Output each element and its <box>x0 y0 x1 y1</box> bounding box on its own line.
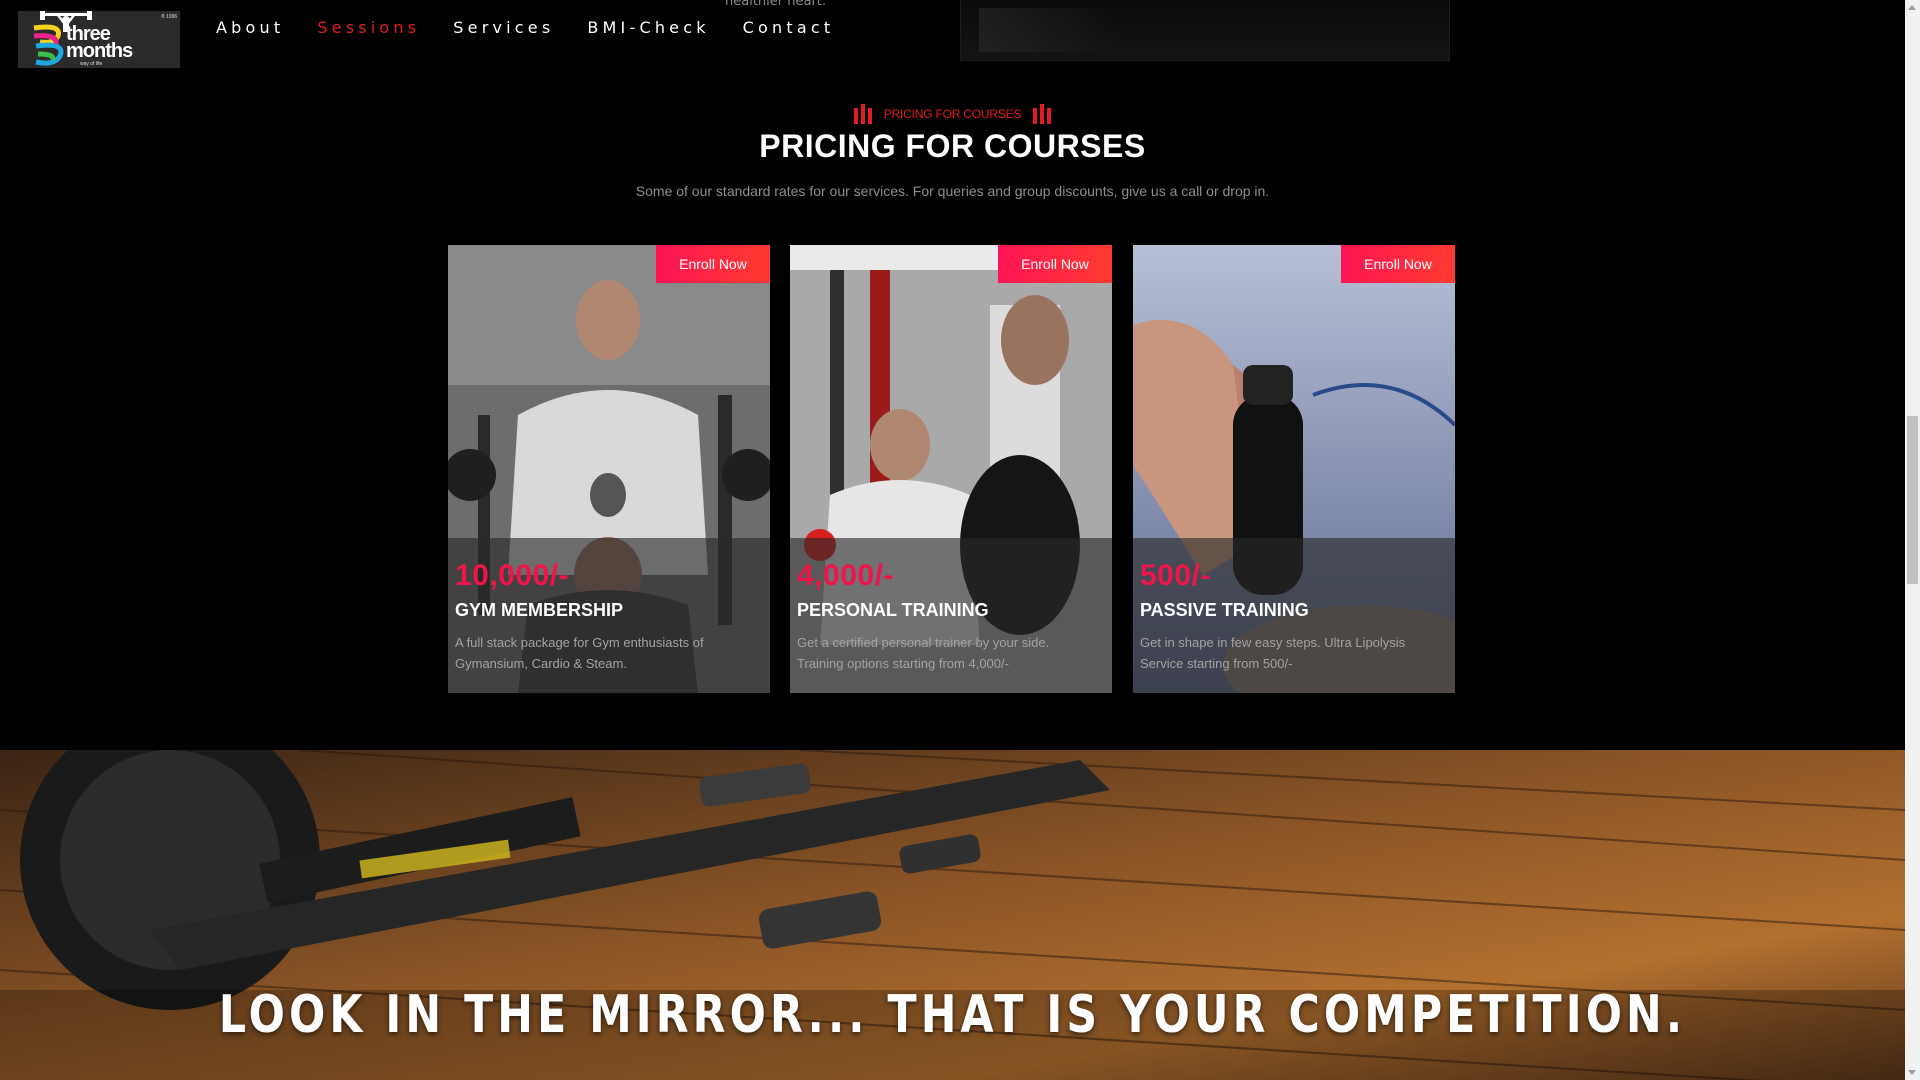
card-description: Get in shape in few easy steps. Ultra Li… <box>1140 635 1406 671</box>
card-description: Get a certified personal trainer by your… <box>797 635 1050 671</box>
right-bars-icon <box>1033 104 1052 124</box>
scroll-down-arrow-icon[interactable] <box>1908 1070 1916 1075</box>
nav-contact[interactable]: Contact <box>743 18 835 37</box>
nav-bmi-check[interactable]: BMI-Check <box>587 18 709 37</box>
card-price: 500/- <box>1140 559 1211 592</box>
nav-services[interactable]: Services <box>453 18 554 37</box>
page-scrollbar[interactable] <box>1905 0 1920 1080</box>
logo-word-months: months <box>66 40 133 62</box>
nav-about[interactable]: About <box>216 18 284 37</box>
main-nav: About Sessions Services BMI-Check Contac… <box>216 18 867 37</box>
card-name: PASSIVE TRAINING <box>1140 600 1309 620</box>
pricing-card-passive-training: Enroll Now 500/- PASSIVE TRAINING Get in… <box>1133 245 1455 693</box>
enroll-now-button[interactable]: Enroll Now <box>1341 245 1455 283</box>
eyebrow-label: PRICING FOR COURSES <box>883 107 1022 121</box>
section-eyebrow: PRICING FOR COURSES <box>0 104 1905 124</box>
pricing-card-gym-membership: Enroll Now 10,000/- GYM MEMBERSHIP A ful… <box>448 245 770 693</box>
motivation-banner: LOOK IN THE MIRROR... THAT IS YOUR COMPE… <box>0 750 1905 1080</box>
card-price: 4,000/- <box>797 559 894 592</box>
enroll-now-button[interactable]: Enroll Now <box>656 245 770 283</box>
nav-sessions[interactable]: Sessions <box>317 18 420 37</box>
card-name: GYM MEMBERSHIP <box>455 600 624 620</box>
card-description: A full stack package for Gym enthusiasts… <box>455 635 704 671</box>
card-name: PERSONAL TRAINING <box>797 600 989 620</box>
scroll-up-arrow-icon[interactable] <box>1908 5 1916 10</box>
enroll-now-button[interactable]: Enroll Now <box>998 245 1112 283</box>
pricing-card-personal-training: Enroll Now 4,000/- PERSONAL TRAINING Get… <box>790 245 1112 693</box>
scroll-thumb[interactable] <box>1907 416 1918 584</box>
left-bars-icon <box>853 104 872 124</box>
card-price: 10,000/- <box>455 559 570 592</box>
pricing-cards: Enroll Now 10,000/- GYM MEMBERSHIP A ful… <box>448 245 1456 693</box>
pricing-subtitle: Some of our standard rates for our servi… <box>635 183 1270 199</box>
motivation-quote: LOOK IN THE MIRROR... THAT IS YOUR COMPE… <box>218 985 1687 1045</box>
logo-mark: ® 1996 <box>161 14 178 20</box>
pricing-title: PRICING FOR COURSES <box>759 128 1146 164</box>
site-header: three months way of life ® 1996 About Se… <box>0 0 1905 72</box>
logo-tagline: way of life <box>80 61 103 67</box>
three-months-logo[interactable]: three months way of life ® 1996 <box>18 11 180 68</box>
